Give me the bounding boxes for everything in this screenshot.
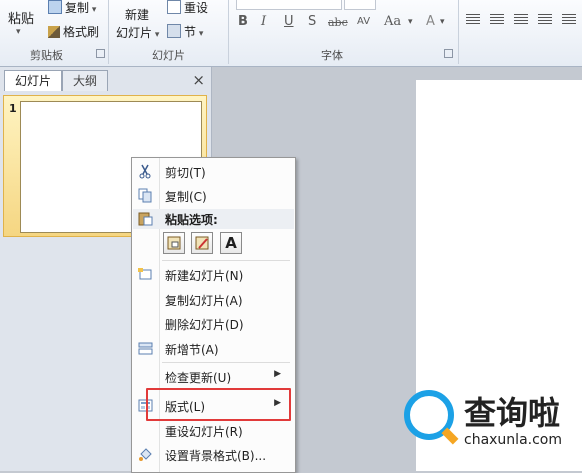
distributed-icon[interactable]	[562, 14, 576, 26]
watermark-text: 查询啦	[464, 394, 561, 432]
justify-icon[interactable]	[538, 14, 552, 26]
menu-item-label: 删除幻灯片(D)	[165, 318, 244, 332]
new-slide-icon	[138, 267, 153, 282]
menu-item-add-section[interactable]: 新增节(A)	[132, 338, 295, 360]
watermark: 查询啦 chaxunla.com	[398, 384, 582, 471]
slides-group-label: 幻灯片	[152, 49, 185, 62]
paste-button[interactable]: 粘贴	[8, 8, 34, 27]
new-slide-button[interactable]: 幻灯片 ▾	[116, 24, 159, 41]
watermark-logo-icon	[404, 390, 454, 440]
change-case-dropdown-icon[interactable]: ▾	[408, 17, 413, 27]
menu-item-check-updates[interactable]: 检查更新(U) ▶	[132, 366, 295, 388]
group-separator	[108, 0, 109, 64]
clipboard-dialog-launcher-icon[interactable]	[96, 49, 105, 58]
watermark-url: chaxunla.com	[464, 432, 562, 448]
copy-icon	[48, 0, 62, 14]
paste-use-destination-theme-icon[interactable]	[163, 232, 185, 254]
bold-button[interactable]: B	[238, 14, 248, 29]
menu-item-label: 复制幻灯片(A)	[165, 294, 243, 308]
paste-keep-text-only-icon[interactable]: A	[220, 232, 242, 254]
menu-item-label: 重设幻灯片(R)	[165, 425, 243, 439]
font-name-box[interactable]	[236, 0, 342, 10]
font-size-box[interactable]	[344, 0, 376, 10]
italic-button[interactable]: I	[261, 14, 266, 29]
tab-outline[interactable]: 大纲	[62, 70, 109, 91]
group-separator	[458, 0, 459, 64]
menu-item-label: 新建幻灯片(N)	[165, 269, 244, 283]
shadow-button[interactable]: S	[308, 14, 316, 29]
reset-button[interactable]: 重设	[167, 0, 208, 16]
menu-separator	[162, 362, 290, 363]
font-color-dropdown-icon[interactable]: ▾	[440, 17, 445, 27]
menu-separator	[162, 260, 290, 261]
change-case-button[interactable]: Aa	[384, 14, 401, 29]
underline-button[interactable]: U	[284, 14, 294, 29]
pane-tabs: 幻灯片 大纲 ×	[0, 70, 211, 92]
highlight-box	[146, 388, 291, 421]
reset-icon	[167, 0, 181, 14]
context-menu: 剪切(T) 复制(C) 粘贴选项: A 新建幻灯片(N) 复制幻灯片(A) 删除…	[131, 157, 296, 473]
menu-item-cut[interactable]: 剪切(T)	[132, 161, 295, 183]
new-slide-label: 幻灯片	[116, 26, 153, 40]
section-button[interactable]: 节 ▾	[167, 23, 203, 40]
clipboard-icon	[138, 211, 153, 226]
close-icon[interactable]: ×	[192, 71, 205, 89]
paste-options-header: 粘贴选项:	[133, 209, 294, 229]
format-painter-button[interactable]: 格式刷	[48, 23, 99, 40]
font-group-label: 字体	[321, 49, 343, 62]
ribbon: 粘贴 ▾ 复制 ▾ 格式刷 剪贴板 新建 幻灯片 ▾ 重设 节 ▾ 幻灯片 B …	[0, 0, 582, 67]
paint-bucket-icon	[138, 447, 153, 462]
align-left-icon[interactable]	[466, 14, 480, 26]
font-dialog-launcher-icon[interactable]	[444, 49, 453, 58]
format-painter-icon	[48, 26, 60, 38]
menu-item-label: 检查更新(U)	[165, 371, 232, 385]
new-slide-button-line1[interactable]: 新建	[125, 6, 149, 23]
strikethrough-button[interactable]: abc	[328, 16, 348, 29]
menu-item-label: 新增节(A)	[165, 343, 219, 357]
menu-item-format-background[interactable]: 设置背景格式(B)...	[132, 444, 295, 466]
submenu-arrow-icon: ▶	[274, 369, 281, 379]
clipboard-group-label: 剪贴板	[30, 49, 63, 62]
char-spacing-button[interactable]: AV	[357, 16, 370, 27]
align-center-icon[interactable]	[490, 14, 504, 26]
section-label: 节	[184, 25, 197, 39]
tab-slides[interactable]: 幻灯片	[4, 70, 63, 91]
paste-options-label: 粘贴选项:	[165, 213, 218, 227]
section-icon	[138, 341, 153, 356]
group-separator	[228, 0, 229, 64]
align-right-icon[interactable]	[514, 14, 528, 26]
menu-item-copy[interactable]: 复制(C)	[132, 185, 295, 207]
menu-item-label: 设置背景格式(B)...	[165, 449, 267, 463]
copy-button[interactable]: 复制 ▾	[48, 0, 96, 16]
font-color-button[interactable]: A	[426, 14, 435, 29]
menu-item-new-slide[interactable]: 新建幻灯片(N)	[132, 264, 295, 286]
section-icon	[167, 24, 181, 38]
format-painter-label: 格式刷	[63, 25, 100, 39]
slide-number: 1	[9, 102, 17, 115]
paste-dropdown-icon[interactable]: ▾	[16, 27, 21, 37]
paste-keep-source-formatting-icon[interactable]	[191, 232, 213, 254]
menu-item-duplicate-slide[interactable]: 复制幻灯片(A)	[132, 289, 295, 311]
menu-item-delete-slide[interactable]: 删除幻灯片(D)	[132, 313, 295, 335]
menu-item-label: 复制(C)	[165, 190, 207, 204]
scissors-icon	[138, 164, 153, 179]
menu-item-label: 剪切(T)	[165, 166, 206, 180]
reset-label: 重设	[184, 1, 209, 15]
menu-item-reset-slide[interactable]: 重设幻灯片(R)	[132, 420, 295, 442]
copy-label: 复制	[65, 1, 90, 15]
copy-icon	[138, 188, 153, 203]
